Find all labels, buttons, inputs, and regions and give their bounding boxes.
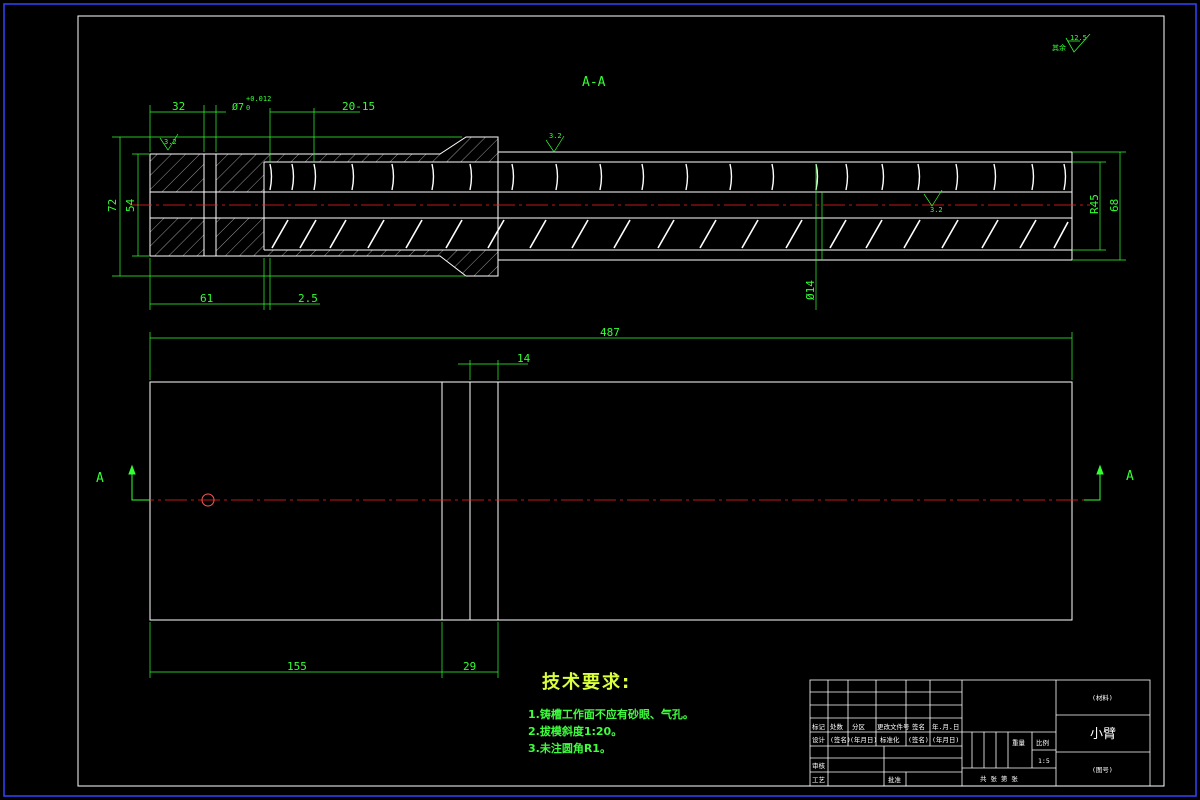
- section-view: [130, 136, 1090, 277]
- tb-scale-label: 比例: [1036, 738, 1049, 747]
- dim-14-top: 14: [517, 352, 531, 365]
- dim-72: 72: [106, 199, 119, 212]
- section-hatch-top-mid: [216, 154, 264, 192]
- tb-r1-c5: 签名: [912, 722, 925, 731]
- front-view: [149, 381, 1073, 621]
- tb-r1-c4: 更改文件号: [877, 722, 910, 731]
- spiral-grooves-top: [269, 163, 1067, 191]
- dim-phi7: Ø7: [232, 101, 244, 113]
- tb-sheets: 共 张 第 张: [980, 774, 1018, 783]
- tb-r1-c2: 处数: [830, 722, 844, 731]
- section-marker-right: A: [1126, 469, 1134, 484]
- dim-2-5: 2.5: [298, 292, 318, 305]
- dim-20-15: 20-15: [342, 100, 375, 113]
- dim-32: 32: [172, 100, 185, 113]
- front-dimensions: [149, 332, 1073, 678]
- section-hatch-top-left: [150, 154, 204, 192]
- tb-material: (材料): [1092, 693, 1113, 702]
- roughness-bore: 3.2: [930, 206, 943, 214]
- roughness-shoulder: 3.2: [549, 132, 562, 140]
- tb-r3-c1: 审核: [812, 761, 826, 770]
- tb-r1-c6: 年.月.日: [932, 722, 959, 731]
- corner-roughness-label: 其余: [1052, 43, 1066, 52]
- tb-r2-c4: 标准化: [880, 735, 900, 744]
- technical-requirements-list: 1.铸槽工作面不应有砂眼、气孔。 2.拔模斜度1:20。 3.未注圆角R1。: [528, 706, 694, 757]
- dim-487: 487: [600, 326, 620, 339]
- dim-68: 68: [1108, 199, 1121, 212]
- tb-weight-label: 重量: [1012, 739, 1026, 747]
- tb-r4-c1: 工艺: [812, 776, 826, 784]
- roughness-left: 3.2: [164, 138, 177, 146]
- dim-29: 29: [463, 660, 476, 673]
- section-label: A-A: [582, 75, 606, 90]
- tb-r2-c5: (签名): [908, 735, 929, 744]
- technical-requirement-item: 2.拔模斜度1:20。: [528, 725, 623, 738]
- technical-requirement-item: 1.铸槽工作面不应有砂眼、气孔。: [528, 708, 694, 721]
- tb-part-name: 小臂: [1090, 727, 1116, 742]
- tb-r2-c3: (年月日): [850, 735, 877, 744]
- technical-requirement-item: 3.未注圆角R1。: [528, 742, 611, 755]
- section-outline-top: [150, 136, 1072, 155]
- title-block-text: 标记 处数 分区 更改文件号 签名 年.月.日 设计 (签名) (年月日) 标准…: [812, 693, 1113, 784]
- dim-155: 155: [287, 660, 307, 673]
- tb-r1-c3: 分区: [852, 722, 866, 731]
- technical-requirements-title: 技术要求:: [542, 672, 632, 693]
- dim-r45: R45: [1088, 194, 1101, 214]
- corner-roughness-value: 12.5: [1070, 34, 1087, 42]
- section-hatch-bot-mid: [216, 218, 264, 256]
- section-outline-bottom: [150, 255, 1072, 277]
- tb-r4-c2: 批准: [888, 775, 902, 784]
- tb-r1-c1: 标记: [812, 722, 826, 731]
- section-marker-left: A: [96, 471, 104, 486]
- dim-61: 61: [200, 292, 213, 305]
- dim-phi7-tol-lower: 0: [246, 104, 250, 112]
- section-cut-markers: [128, 464, 1104, 501]
- tb-r2-c1: 设计: [812, 735, 826, 744]
- dim-phi14: Ø14: [804, 280, 817, 300]
- section-hatch-bot-shoulder: [264, 250, 498, 276]
- dim-phi7-tol-upper: +0.012: [246, 95, 271, 103]
- tb-r2-c2: (签名): [830, 735, 851, 744]
- tb-r2-c6: (年月日): [932, 735, 959, 744]
- tb-scale-value: 1:5: [1038, 757, 1050, 765]
- section-hatch-bot-left: [150, 218, 204, 256]
- section-hatch-top-shoulder: [264, 137, 498, 162]
- dim-54: 54: [124, 198, 137, 212]
- front-view-body: [149, 381, 1073, 621]
- tb-drawing-no: (图号): [1092, 766, 1113, 774]
- spiral-grooves-bottom: [271, 219, 1069, 249]
